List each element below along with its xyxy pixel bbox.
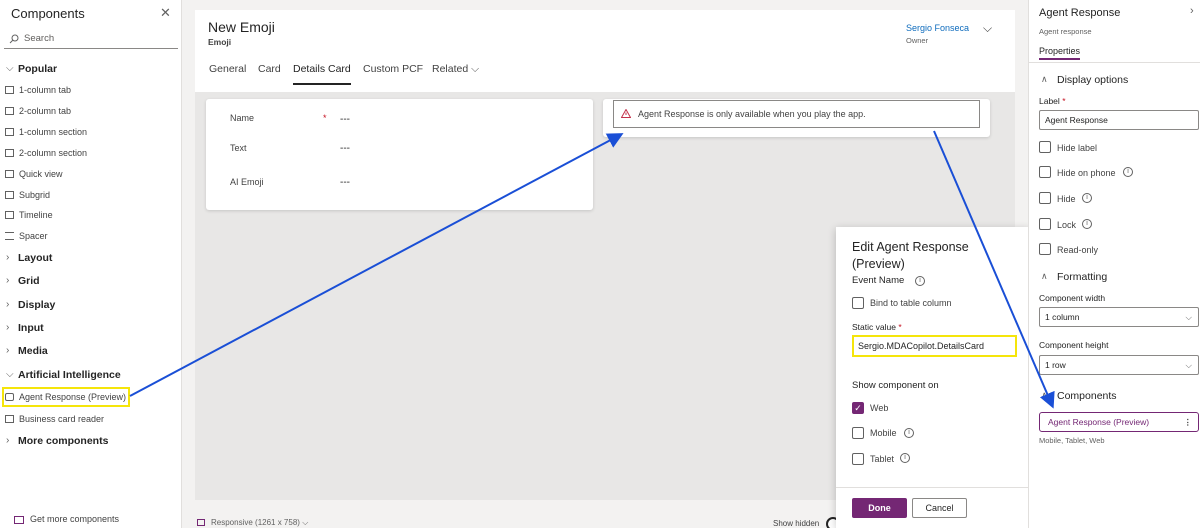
annotation-arrows xyxy=(129,130,1055,409)
arrow-to-form xyxy=(129,133,624,397)
arrow-to-components xyxy=(933,130,1055,409)
